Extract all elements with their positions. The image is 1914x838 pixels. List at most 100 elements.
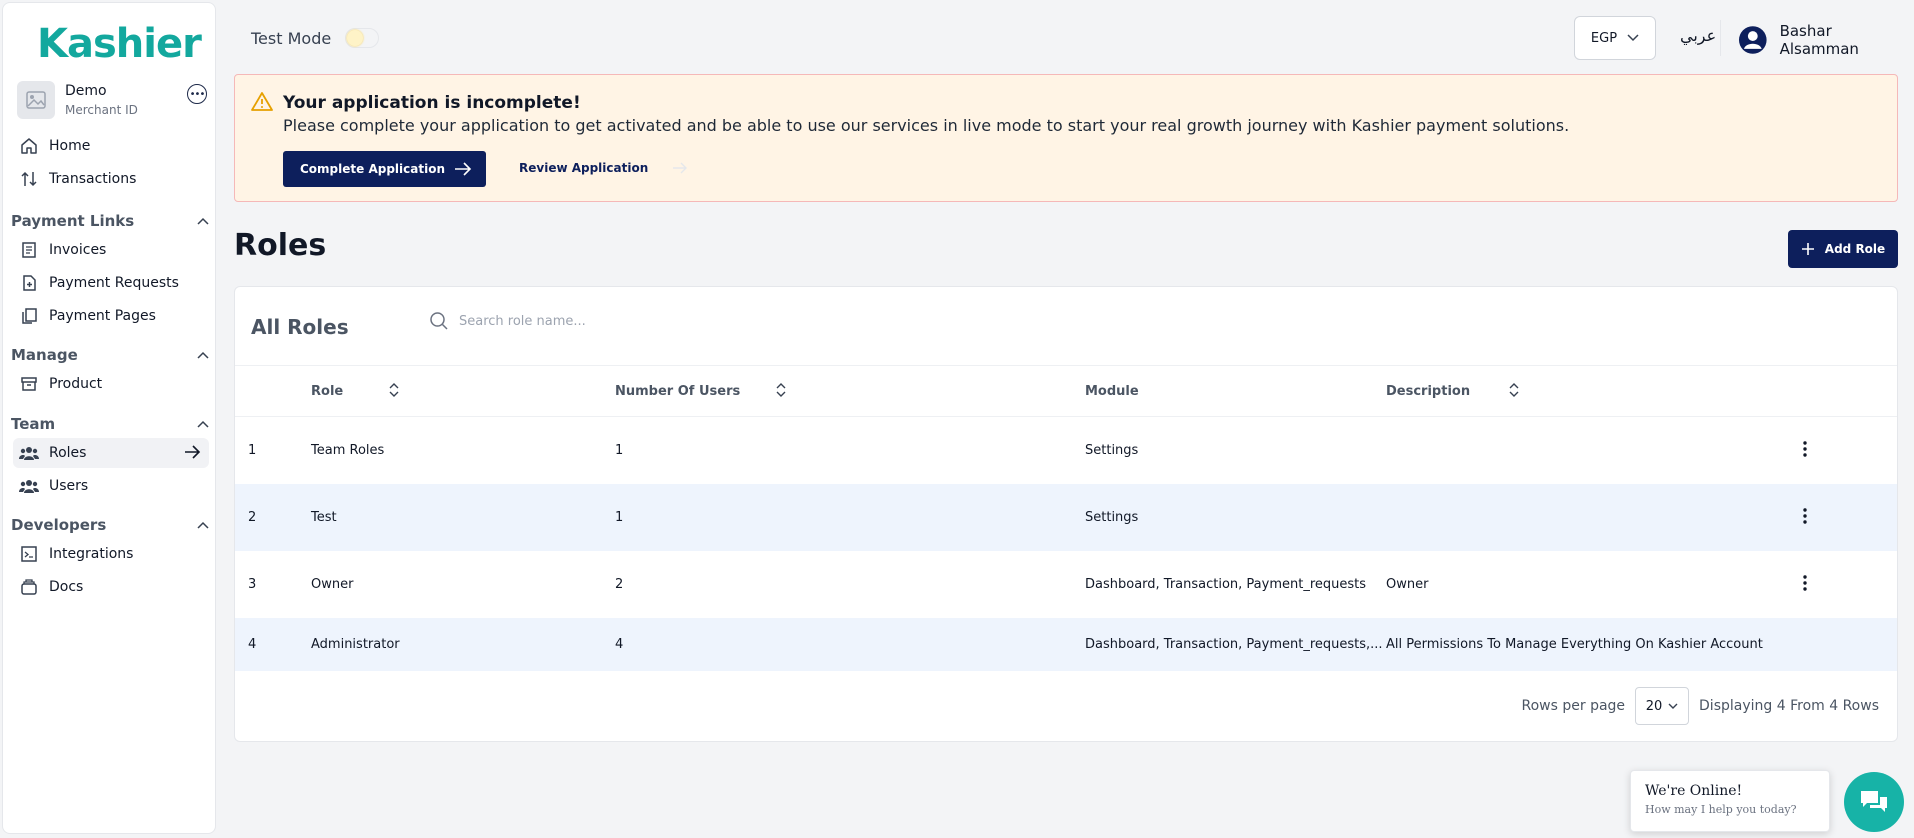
merchant-switcher[interactable]: Demo Merchant ID •••: [17, 81, 207, 121]
warning-icon: [251, 92, 273, 111]
sort-icon[interactable]: [1508, 380, 1520, 400]
sidebar-item-integrations[interactable]: Integrations: [13, 539, 209, 569]
complete-application-button[interactable]: Complete Application: [283, 151, 486, 187]
rows-per-page-value: 20: [1645, 698, 1663, 714]
sidebar: Kashier Demo Merchant ID ••• Home Transa…: [2, 2, 216, 834]
column-header-description[interactable]: Description: [1386, 384, 1470, 399]
currency-value: EGP: [1590, 30, 1618, 46]
page-title: Roles: [234, 228, 327, 263]
sidebar-item-label: Home: [49, 138, 91, 154]
banner-title: Your application is incomplete!: [283, 93, 581, 113]
button-label: Review Application: [519, 161, 649, 175]
incomplete-application-banner: Your application is incomplete! Please c…: [234, 74, 1898, 202]
row-actions-icon[interactable]: [1793, 437, 1817, 461]
user-count: 2: [615, 577, 624, 592]
kashier-logo[interactable]: Kashier: [37, 21, 202, 67]
sidebar-item-label: Product: [49, 376, 103, 392]
section-label: Team: [11, 415, 56, 433]
arrow-right-icon: [673, 162, 688, 174]
section-label: Developers: [11, 516, 107, 534]
sidebar-item-label: Roles: [49, 445, 87, 461]
roles-card: All Roles Role Number Of Users Module De…: [234, 286, 1898, 742]
transfer-arrows-icon: [19, 169, 39, 189]
sidebar-item-roles[interactable]: Roles: [13, 438, 209, 468]
user-avatar-icon: [1738, 26, 1767, 54]
module: Dashboard, Transaction, Payment_requests: [1085, 577, 1367, 592]
column-header-role[interactable]: Role: [311, 384, 343, 399]
docs-stack-icon: [19, 577, 39, 597]
chat-greeting[interactable]: We're Online! How may I help you today?: [1630, 770, 1830, 832]
chevron-down-icon: [1668, 703, 1678, 709]
section-label: Payment Links: [11, 212, 135, 230]
users-group-icon: [19, 443, 39, 463]
column-header-users[interactable]: Number Of Users: [615, 384, 740, 399]
user-count: 4: [615, 637, 624, 652]
row-actions-icon[interactable]: [1793, 571, 1817, 595]
table-header: Role Number Of Users Module Description: [235, 365, 1897, 417]
sidebar-item-invoices[interactable]: Invoices: [13, 235, 209, 265]
search-input[interactable]: [459, 313, 759, 329]
chevron-down-icon: [1627, 34, 1639, 42]
test-mode-label: Test Mode: [251, 28, 332, 48]
review-application-button[interactable]: Review Application: [519, 161, 688, 175]
card-title: All Roles: [251, 315, 349, 339]
sidebar-item-payment-pages[interactable]: Payment Pages: [13, 301, 209, 331]
search-icon: [430, 312, 448, 330]
module: Settings: [1085, 443, 1139, 458]
test-mode-toggle[interactable]: [345, 28, 380, 48]
sidebar-item-label: Transactions: [49, 171, 137, 187]
sidebar-item-payment-requests[interactable]: Payment Requests: [13, 268, 209, 298]
table-row[interactable]: 4 Administrator 4 Dashboard, Transaction…: [235, 618, 1897, 671]
language-switch[interactable]: عربي: [1680, 26, 1716, 45]
displaying-count: Displaying 4 From 4 Rows: [1699, 698, 1879, 714]
home-icon: [19, 136, 39, 156]
divider: [1720, 20, 1721, 56]
sidebar-item-label: Payment Requests: [49, 275, 179, 291]
archive-box-icon: [19, 374, 39, 394]
section-payment-links[interactable]: Payment Links: [11, 212, 209, 230]
section-developers[interactable]: Developers: [11, 516, 209, 534]
user-menu[interactable]: Bashar Alsamman: [1738, 22, 1914, 58]
section-manage[interactable]: Manage: [11, 346, 209, 364]
sidebar-item-product[interactable]: Product: [13, 369, 209, 399]
chat-subtitle: How may I help you today?: [1645, 803, 1797, 816]
section-team[interactable]: Team: [11, 415, 209, 433]
chat-launcher-button[interactable]: [1844, 772, 1904, 832]
plus-icon: [1801, 243, 1814, 255]
copy-pages-icon: [19, 306, 39, 326]
user-name: Bashar Alsamman: [1779, 22, 1859, 58]
sidebar-item-transactions[interactable]: Transactions: [13, 164, 209, 194]
chat-bubbles-icon: [1861, 791, 1887, 812]
chevron-up-icon: [197, 217, 209, 225]
sidebar-item-docs[interactable]: Docs: [13, 572, 209, 602]
sidebar-item-home[interactable]: Home: [13, 131, 209, 161]
sort-icon[interactable]: [388, 380, 400, 400]
chevron-up-icon: [197, 351, 209, 359]
rows-per-page-select[interactable]: 20: [1635, 687, 1690, 725]
table-row[interactable]: 2 Test 1 Settings: [235, 484, 1897, 551]
table-row[interactable]: 1 Team Roles 1 Settings: [235, 417, 1897, 484]
role-name: Team Roles: [311, 443, 385, 458]
table-pagination: Rows per page 20 Displaying 4 From 4 Row…: [1521, 687, 1879, 725]
sort-icon[interactable]: [775, 380, 787, 400]
merchant-avatar: [17, 81, 55, 119]
module: Dashboard, Transaction, Payment_requests…: [1085, 637, 1383, 652]
row-index: 3: [248, 577, 257, 592]
add-document-icon: [19, 273, 39, 293]
invoice-icon: [19, 240, 39, 260]
rows-per-page-label: Rows per page: [1521, 698, 1626, 714]
role-name: Owner: [311, 577, 354, 592]
sidebar-item-label: Invoices: [49, 242, 107, 258]
sidebar-item-label: Integrations: [49, 546, 134, 562]
column-header-module: Module: [1085, 384, 1139, 399]
currency-select[interactable]: EGP: [1574, 16, 1656, 60]
row-actions-icon[interactable]: [1793, 504, 1817, 528]
add-role-button[interactable]: Add Role: [1788, 230, 1898, 268]
role-name: Test: [311, 510, 337, 525]
banner-message: Please complete your application to get …: [283, 116, 1570, 135]
sidebar-item-users[interactable]: Users: [13, 471, 209, 501]
row-index: 2: [248, 510, 257, 525]
more-options-icon[interactable]: •••: [187, 84, 207, 104]
arrow-right-icon: [455, 162, 472, 176]
table-row[interactable]: 3 Owner 2 Dashboard, Transaction, Paymen…: [235, 551, 1897, 618]
